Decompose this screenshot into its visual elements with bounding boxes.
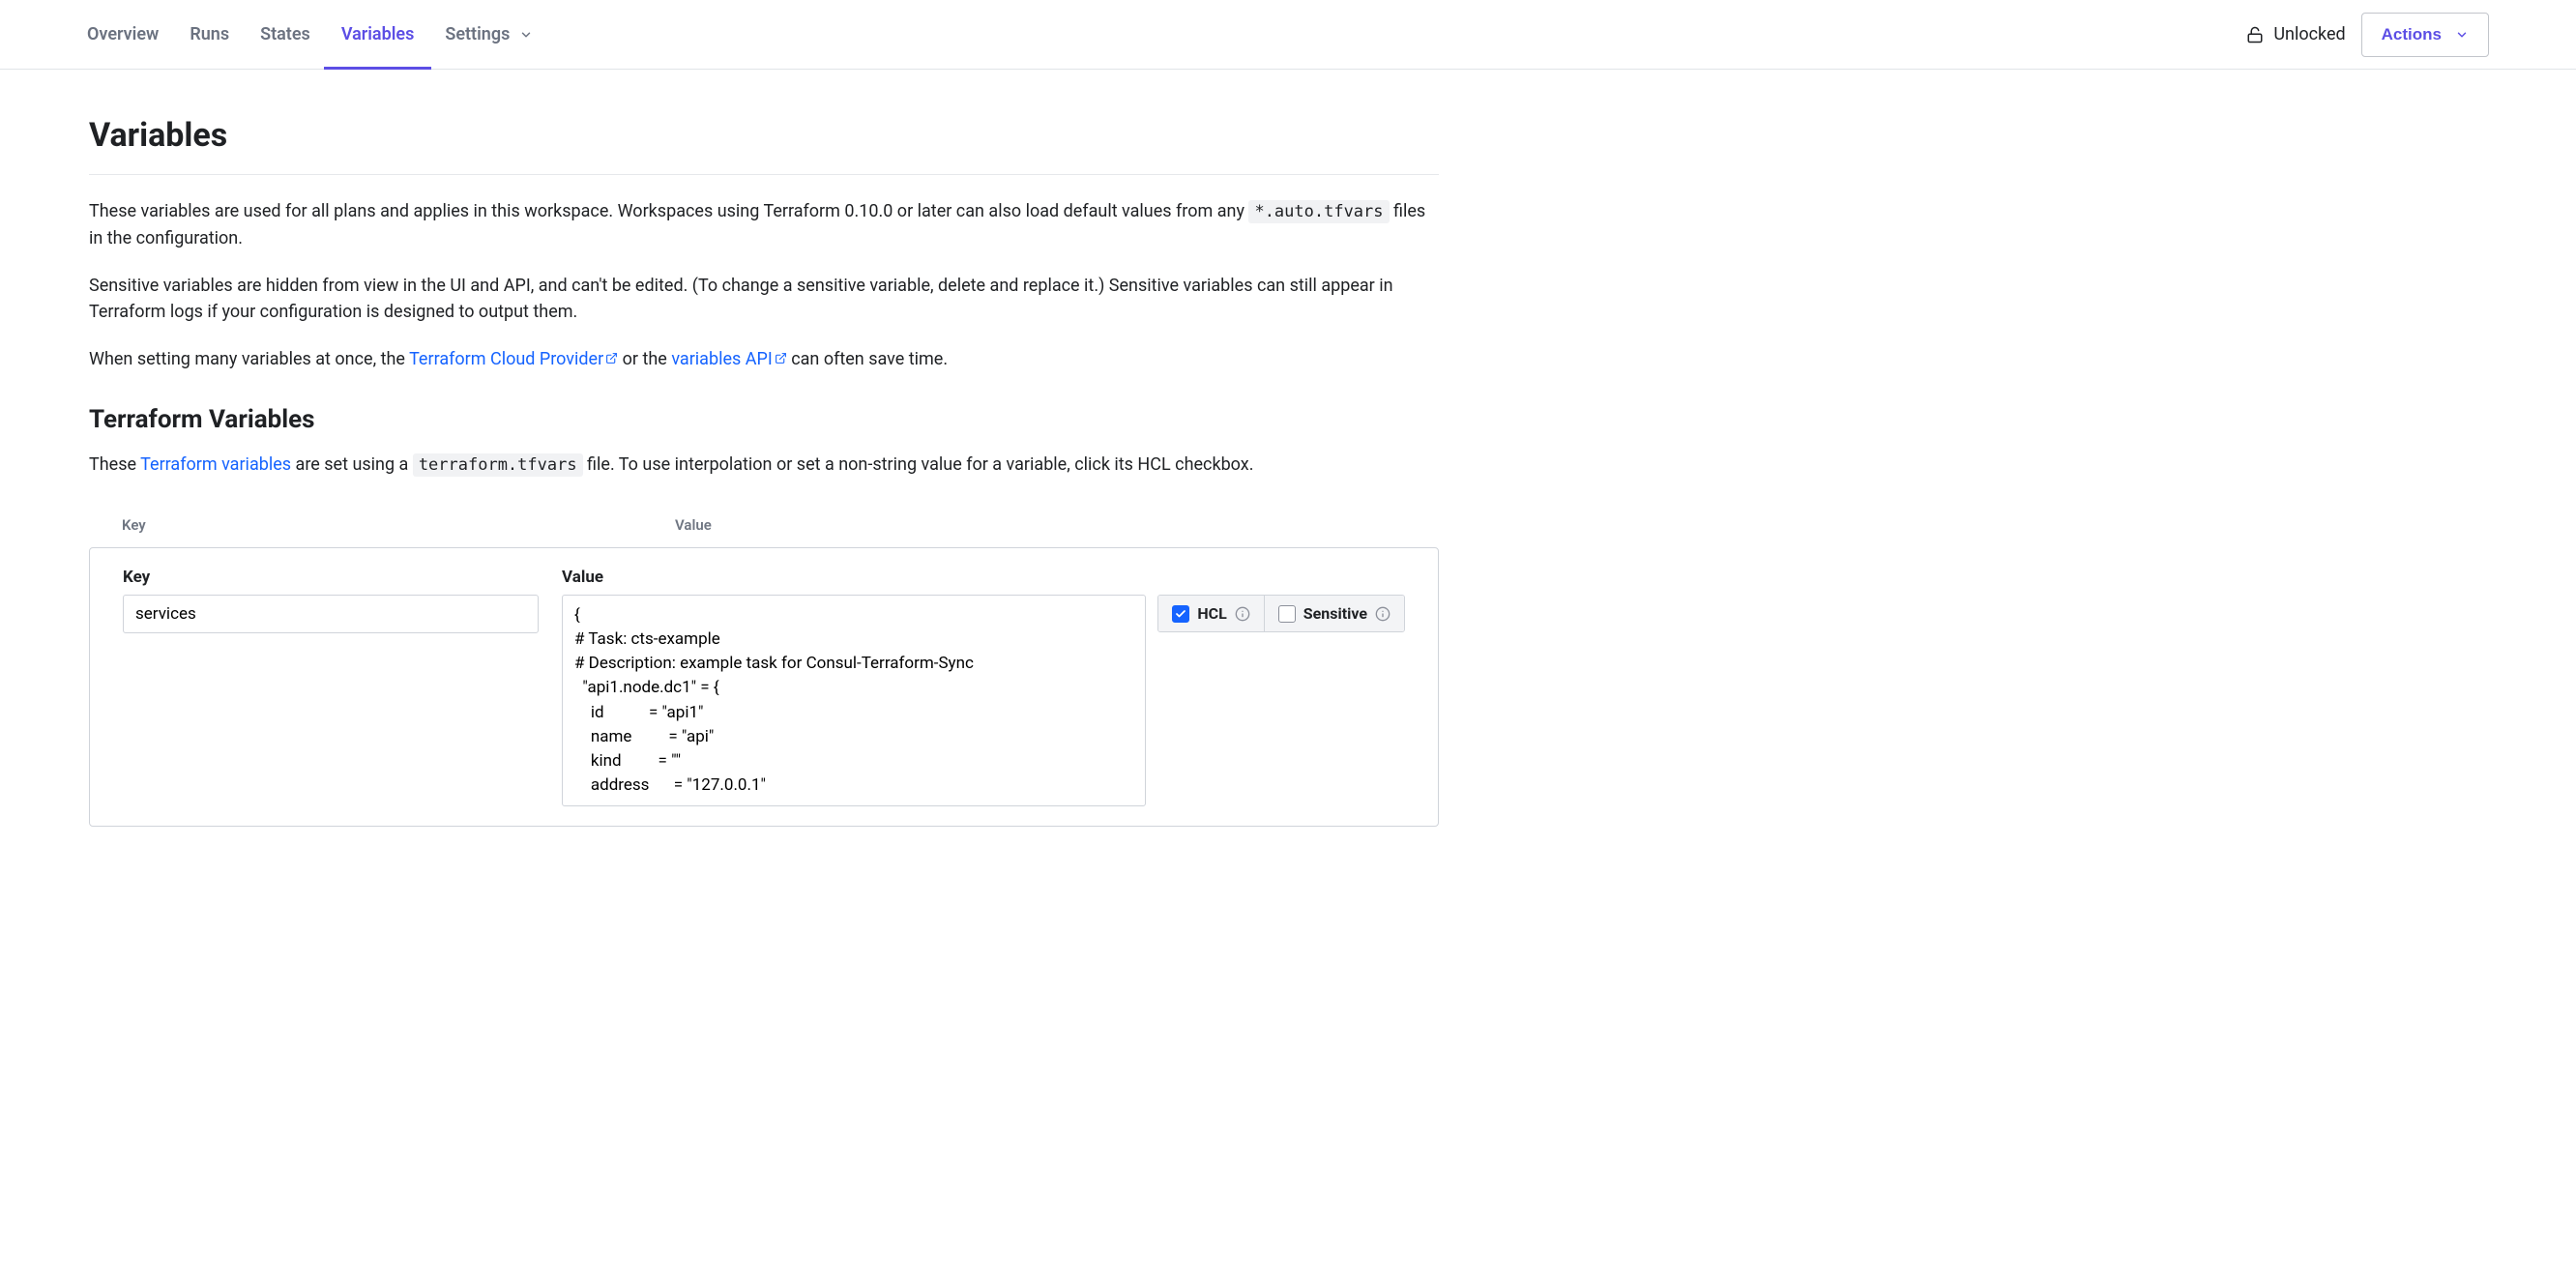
hcl-checkbox[interactable] [1172,605,1189,623]
content: Variables These variables are used for a… [0,70,1528,873]
column-header-key: Key [122,516,675,534]
column-header-value: Value [675,516,712,534]
description-para-2: Sensitive variables are hidden from view… [89,273,1439,325]
hcl-label: HCL [1197,604,1226,623]
chevron-down-icon [2455,28,2469,42]
tab-variables[interactable]: Variables [341,0,415,69]
section-title-terraform-variables: Terraform Variables [89,405,1439,434]
tab-runs[interactable]: Runs [190,0,229,69]
tab-list: Overview Runs States Variables Settings [87,0,2246,69]
text: These [89,454,140,475]
variable-editor-panel: Key Value HCL [89,547,1439,827]
table-headers: Key Value [89,499,1439,547]
page-title: Variables [89,116,1439,175]
link-label: Terraform Cloud Provider [409,349,603,369]
chevron-down-icon [519,28,533,42]
workspace-lock-status: Unlocked [2246,24,2345,44]
link-label: variables API [671,349,772,369]
info-icon[interactable] [1375,606,1390,622]
info-icon[interactable] [1235,606,1250,622]
hcl-toggle[interactable]: HCL [1158,596,1263,631]
value-section: Value HCL Sensitive [562,568,1405,806]
key-field-label: Key [123,568,539,587]
tab-states[interactable]: States [260,0,310,69]
key-section: Key [123,568,539,806]
code-terraform-tfvars: terraform.tfvars [413,453,583,477]
value-row: HCL Sensitive [562,595,1405,806]
external-link-icon [605,352,618,365]
sensitive-toggle[interactable]: Sensitive [1264,596,1404,631]
link-terraform-cloud-provider[interactable]: Terraform Cloud Provider [409,349,618,369]
unlocked-icon [2246,26,2264,44]
key-input[interactable] [123,595,539,633]
tab-settings-label: Settings [445,24,510,44]
value-field-label: Value [562,568,1405,587]
unlocked-label: Unlocked [2273,24,2345,44]
external-link-icon [775,352,787,365]
actions-button[interactable]: Actions [2361,13,2489,57]
link-variables-api[interactable]: variables API [671,349,786,369]
sensitive-label: Sensitive [1303,604,1367,623]
text: file. To use interpolation or set a non-… [583,454,1254,475]
description-para-1: These variables are used for all plans a… [89,198,1439,251]
code-auto-tfvars: *.auto.tfvars [1248,200,1389,223]
link-terraform-variables[interactable]: Terraform variables [140,454,291,475]
tab-overview[interactable]: Overview [87,0,159,69]
right-controls: Unlocked Actions [2246,13,2489,57]
text: are set using a [291,454,413,475]
text: or the [618,349,671,369]
tab-bar: Overview Runs States Variables Settings … [0,0,2576,70]
text: These variables are used for all plans a… [89,201,1248,221]
section-description: These Terraform variables are set using … [89,452,1439,479]
value-textarea[interactable] [562,595,1146,806]
tab-settings[interactable]: Settings [445,0,533,69]
text: When setting many variables at once, the [89,349,409,369]
description-para-3: When setting many variables at once, the… [89,346,1439,372]
value-type-toggles: HCL Sensitive [1157,595,1405,632]
actions-button-label: Actions [2382,25,2442,44]
text: can often save time. [787,349,948,369]
sensitive-checkbox[interactable] [1278,605,1296,623]
